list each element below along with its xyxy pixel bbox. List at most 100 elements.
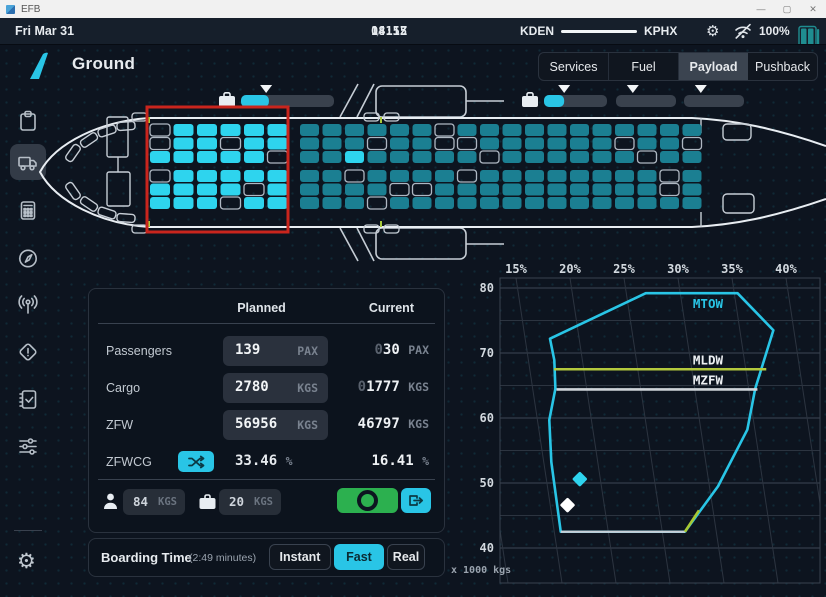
- seat[interactable]: [570, 151, 589, 163]
- seat[interactable]: [593, 151, 612, 163]
- tab-fuel[interactable]: Fuel: [609, 53, 679, 80]
- seat[interactable]: [244, 151, 264, 163]
- seat[interactable]: [458, 170, 477, 182]
- seat[interactable]: [638, 184, 657, 196]
- zfwcg-swap-button[interactable]: [178, 451, 214, 472]
- seat[interactable]: [458, 124, 477, 136]
- seat[interactable]: [480, 197, 499, 209]
- cargo-planned-input[interactable]: 2780KGS: [223, 373, 328, 403]
- sidebar-item-antenna[interactable]: [10, 287, 46, 323]
- seat[interactable]: [413, 138, 432, 150]
- seat[interactable]: [221, 170, 241, 182]
- seat[interactable]: [548, 197, 567, 209]
- seat[interactable]: [570, 124, 589, 136]
- seat[interactable]: [458, 151, 477, 163]
- seat[interactable]: [683, 170, 702, 182]
- seat[interactable]: [570, 138, 589, 150]
- sidebar-item-checklist[interactable]: [10, 381, 46, 417]
- seat[interactable]: [345, 138, 364, 150]
- seat[interactable]: [593, 138, 612, 150]
- seat[interactable]: [503, 124, 522, 136]
- seat[interactable]: [638, 124, 657, 136]
- seat[interactable]: [221, 124, 241, 136]
- seat[interactable]: [683, 138, 702, 150]
- seat[interactable]: [435, 170, 454, 182]
- seat[interactable]: [268, 151, 288, 163]
- seat[interactable]: [368, 184, 387, 196]
- seat[interactable]: [615, 138, 634, 150]
- seat[interactable]: [593, 184, 612, 196]
- seat[interactable]: [570, 170, 589, 182]
- seat[interactable]: [368, 138, 387, 150]
- seat[interactable]: [390, 197, 409, 209]
- cargo-bar[interactable]: [616, 95, 676, 107]
- seat[interactable]: [480, 170, 499, 182]
- seat[interactable]: [525, 151, 544, 163]
- seat[interactable]: [323, 184, 342, 196]
- seat[interactable]: [244, 170, 264, 182]
- seat[interactable]: [323, 197, 342, 209]
- seat[interactable]: [197, 138, 217, 150]
- seat[interactable]: [368, 151, 387, 163]
- seat[interactable]: [503, 170, 522, 182]
- bag-weight-input[interactable]: 20 KGS: [219, 489, 281, 515]
- seat[interactable]: [593, 170, 612, 182]
- seat[interactable]: [413, 197, 432, 209]
- seat[interactable]: [480, 138, 499, 150]
- seat[interactable]: [660, 124, 679, 136]
- seat[interactable]: [683, 124, 702, 136]
- seat[interactable]: [150, 138, 170, 150]
- seat[interactable]: [660, 197, 679, 209]
- seat[interactable]: [174, 184, 194, 196]
- seat[interactable]: [503, 184, 522, 196]
- seat[interactable]: [525, 197, 544, 209]
- seat[interactable]: [300, 151, 319, 163]
- seat[interactable]: [221, 184, 241, 196]
- seat[interactable]: [368, 170, 387, 182]
- boarding-option-fast[interactable]: Fast: [334, 544, 384, 570]
- seat[interactable]: [390, 151, 409, 163]
- seat[interactable]: [548, 184, 567, 196]
- seat[interactable]: [413, 151, 432, 163]
- seat[interactable]: [197, 184, 217, 196]
- seat[interactable]: [221, 151, 241, 163]
- seat[interactable]: [683, 151, 702, 163]
- seat[interactable]: [525, 184, 544, 196]
- seat[interactable]: [435, 184, 454, 196]
- seat[interactable]: [660, 170, 679, 182]
- seat[interactable]: [345, 151, 364, 163]
- seat[interactable]: [197, 124, 217, 136]
- close-button[interactable]: ✕: [800, 0, 826, 18]
- seat[interactable]: [300, 197, 319, 209]
- seat[interactable]: [197, 197, 217, 209]
- seat[interactable]: [570, 197, 589, 209]
- seat[interactable]: [525, 138, 544, 150]
- seat[interactable]: [244, 197, 264, 209]
- boarding-option-real[interactable]: Real: [387, 544, 425, 570]
- tab-pushback[interactable]: Pushback: [748, 53, 817, 80]
- seat[interactable]: [548, 151, 567, 163]
- seat[interactable]: [638, 197, 657, 209]
- seat[interactable]: [660, 151, 679, 163]
- seat[interactable]: [638, 170, 657, 182]
- seat[interactable]: [268, 138, 288, 150]
- seat[interactable]: [244, 124, 264, 136]
- settings-gear-icon[interactable]: ⚙: [706, 18, 719, 44]
- seat[interactable]: [615, 170, 634, 182]
- seat[interactable]: [268, 170, 288, 182]
- passengers-planned-input[interactable]: 139PAX: [223, 336, 328, 366]
- seat[interactable]: [683, 197, 702, 209]
- seat[interactable]: [150, 170, 170, 182]
- seat[interactable]: [300, 138, 319, 150]
- seat[interactable]: [244, 138, 264, 150]
- seat[interactable]: [323, 151, 342, 163]
- seat[interactable]: [570, 184, 589, 196]
- seat[interactable]: [503, 151, 522, 163]
- seat[interactable]: [638, 138, 657, 150]
- seat[interactable]: [300, 124, 319, 136]
- seat[interactable]: [390, 170, 409, 182]
- tab-payload[interactable]: Payload: [679, 53, 748, 80]
- stop-boarding-button[interactable]: [337, 488, 398, 513]
- seat[interactable]: [323, 124, 342, 136]
- seat[interactable]: [593, 197, 612, 209]
